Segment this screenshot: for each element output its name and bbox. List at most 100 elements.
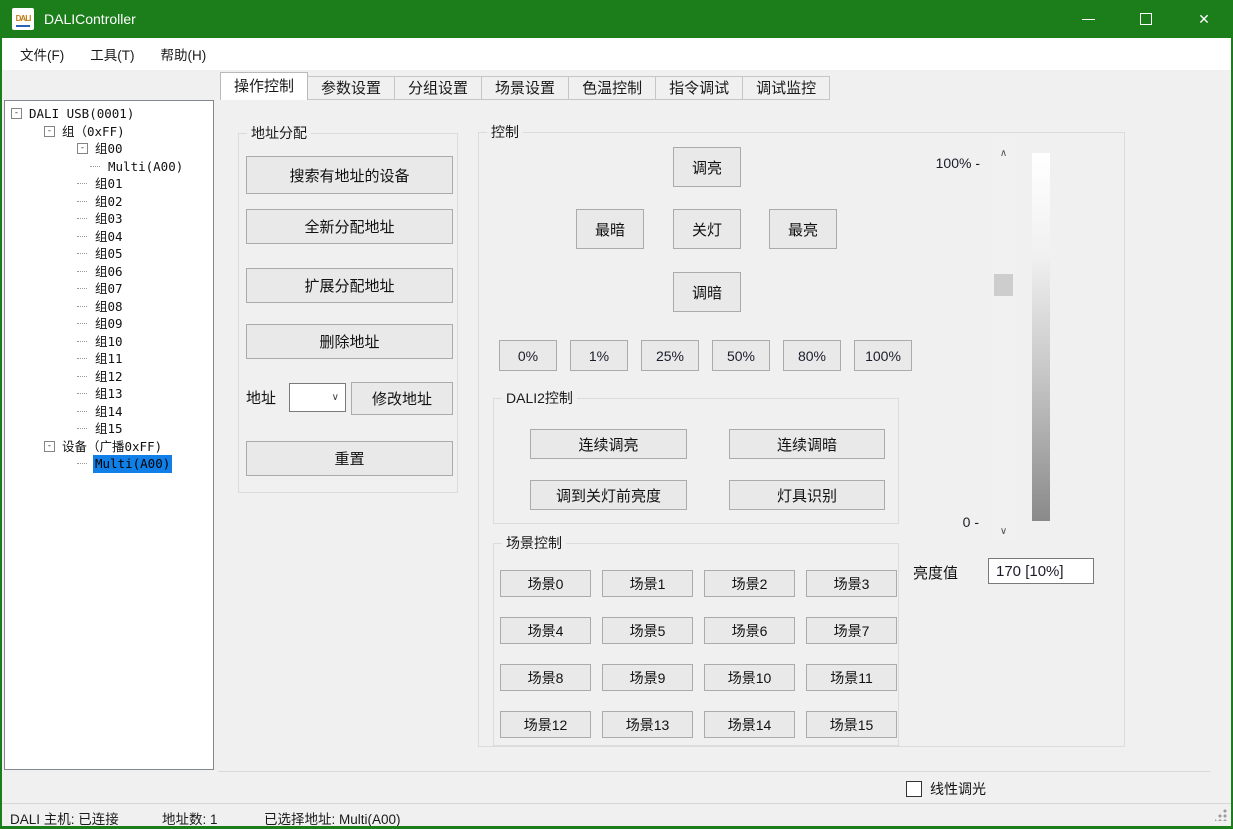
tree-node-devices[interactable]: -设备（广播0xFF) (5, 438, 213, 456)
percent-100-button[interactable]: 100% (854, 340, 912, 371)
resize-grip[interactable] (1215, 809, 1227, 821)
group-title: 场景控制 (502, 535, 566, 552)
tree-connector (77, 376, 87, 377)
tree-connector (77, 253, 87, 254)
tree-node-group-all[interactable]: -组（0xFF) (5, 123, 213, 141)
scene-5-button[interactable]: 场景5 (602, 617, 693, 644)
scroll-up-icon[interactable]: ∧ (992, 143, 1015, 163)
search-addressed-devices-button[interactable]: 搜索有地址的设备 (246, 156, 453, 194)
continuous-brighten-button[interactable]: 连续调亮 (530, 429, 687, 459)
tree-node-group11[interactable]: 组11 (5, 350, 213, 368)
collapse-icon[interactable]: - (77, 143, 88, 154)
darken-button[interactable]: 调暗 (673, 272, 741, 312)
scene-14-button[interactable]: 场景14 (704, 711, 795, 738)
tree-node-group08[interactable]: 组08 (5, 298, 213, 316)
control-group: 控制 调亮 最暗 关灯 最亮 调暗 0% 1% 25% 50% 80% 100%… (478, 132, 1125, 747)
scene-10-button[interactable]: 场景10 (704, 664, 795, 691)
scene-3-button[interactable]: 场景3 (806, 570, 897, 597)
maximize-button[interactable] (1117, 0, 1175, 38)
menu-tools[interactable]: 工具(T) (77, 38, 147, 70)
brighten-button[interactable]: 调亮 (673, 147, 741, 187)
linear-dimming-checkbox[interactable] (906, 781, 922, 797)
tab-grouping-settings[interactable]: 分组设置 (394, 76, 482, 100)
scene-15-button[interactable]: 场景15 (806, 711, 897, 738)
percent-25-button[interactable]: 25% (641, 340, 699, 371)
tree-node-group12[interactable]: 组12 (5, 368, 213, 386)
status-address-count: 地址数: 1 (162, 808, 218, 828)
light-off-button[interactable]: 关灯 (673, 209, 741, 249)
device-tree: -DALI USB(0001) -组（0xFF) -组00 Multi(A00)… (4, 100, 214, 770)
restore-pre-off-level-button[interactable]: 调到关灯前亮度 (530, 480, 687, 510)
tab-command-debug[interactable]: 指令调试 (655, 76, 743, 100)
address-allocation-group: 地址分配 搜索有地址的设备 全新分配地址 扩展分配地址 删除地址 地址 ∨ 修改… (238, 133, 458, 493)
scene-4-button[interactable]: 场景4 (500, 617, 591, 644)
percent-1-button[interactable]: 1% (570, 340, 628, 371)
window-title: DALIController (44, 11, 136, 27)
tree-node-group10[interactable]: 组10 (5, 333, 213, 351)
app-icon-text: DALI (16, 15, 31, 23)
extend-assign-address-button[interactable]: 扩展分配地址 (246, 268, 453, 303)
tree-connector (77, 201, 87, 202)
address-combobox[interactable]: ∨ (289, 383, 346, 412)
lamp-identify-button[interactable]: 灯具识别 (729, 480, 885, 510)
tree-node-group13[interactable]: 组13 (5, 385, 213, 403)
tree-node-group06[interactable]: 组06 (5, 263, 213, 281)
scene-11-button[interactable]: 场景11 (806, 664, 897, 691)
tab-operation-control[interactable]: 操作控制 (220, 72, 308, 100)
tree-node-group05[interactable]: 组05 (5, 245, 213, 263)
tree-node-group03[interactable]: 组03 (5, 210, 213, 228)
collapse-icon[interactable]: - (44, 126, 55, 137)
tree-node-group01[interactable]: 组01 (5, 175, 213, 193)
modify-address-button[interactable]: 修改地址 (351, 382, 453, 415)
close-button[interactable]: ✕ (1175, 0, 1233, 38)
close-icon: ✕ (1198, 12, 1210, 26)
tab-debug-monitor[interactable]: 调试监控 (742, 76, 830, 100)
continuous-darken-button[interactable]: 连续调暗 (729, 429, 885, 459)
tree-node-multi-a00[interactable]: Multi(A00) (5, 158, 213, 176)
tree-connector (77, 358, 87, 359)
scene-2-button[interactable]: 场景2 (704, 570, 795, 597)
tree-connector (77, 428, 87, 429)
tree-node-root[interactable]: -DALI USB(0001) (5, 105, 213, 123)
tab-scene-settings[interactable]: 场景设置 (481, 76, 569, 100)
collapse-icon[interactable]: - (44, 441, 55, 452)
status-selected-address: 已选择地址: Multi(A00) (264, 808, 401, 828)
assign-new-address-button[interactable]: 全新分配地址 (246, 209, 453, 244)
percent-0-button[interactable]: 0% (499, 340, 557, 371)
percent-50-button[interactable]: 50% (712, 340, 770, 371)
percent-80-button[interactable]: 80% (783, 340, 841, 371)
tree-node-multi-a00-selected[interactable]: Multi(A00) (5, 455, 213, 473)
minimize-button[interactable] (1059, 0, 1117, 38)
scene-1-button[interactable]: 场景1 (602, 570, 693, 597)
scrollbar-thumb[interactable] (994, 274, 1013, 296)
scene-9-button[interactable]: 场景9 (602, 664, 693, 691)
delete-address-button[interactable]: 删除地址 (246, 324, 453, 359)
tree-node-group04[interactable]: 组04 (5, 228, 213, 246)
tree-node-group02[interactable]: 组02 (5, 193, 213, 211)
brightness-value-field[interactable]: 170 [10%] (988, 558, 1094, 584)
brightest-button[interactable]: 最亮 (769, 209, 837, 249)
tree-connector (77, 463, 87, 464)
tree-node-group14[interactable]: 组14 (5, 403, 213, 421)
tree-node-group07[interactable]: 组07 (5, 280, 213, 298)
scene-7-button[interactable]: 场景7 (806, 617, 897, 644)
menu-help[interactable]: 帮助(H) (148, 38, 220, 70)
scene-6-button[interactable]: 场景6 (704, 617, 795, 644)
scene-13-button[interactable]: 场景13 (602, 711, 693, 738)
darkest-button[interactable]: 最暗 (576, 209, 644, 249)
menu-file[interactable]: 文件(F) (7, 38, 77, 70)
tree-node-group00[interactable]: -组00 (5, 140, 213, 158)
scene-8-button[interactable]: 场景8 (500, 664, 591, 691)
collapse-icon[interactable]: - (11, 108, 22, 119)
scroll-down-icon[interactable]: ∨ (992, 521, 1015, 541)
tree-node-group15[interactable]: 组15 (5, 420, 213, 438)
scene-12-button[interactable]: 场景12 (500, 711, 591, 738)
tree-connector (77, 218, 87, 219)
tab-parameter-settings[interactable]: 参数设置 (307, 76, 395, 100)
tree-connector (77, 393, 87, 394)
tab-color-temp-control[interactable]: 色温控制 (568, 76, 656, 100)
brightness-scrollbar[interactable]: ∧ ∨ (992, 143, 1015, 541)
scene-0-button[interactable]: 场景0 (500, 570, 591, 597)
tree-node-group09[interactable]: 组09 (5, 315, 213, 333)
reset-button[interactable]: 重置 (246, 441, 453, 476)
